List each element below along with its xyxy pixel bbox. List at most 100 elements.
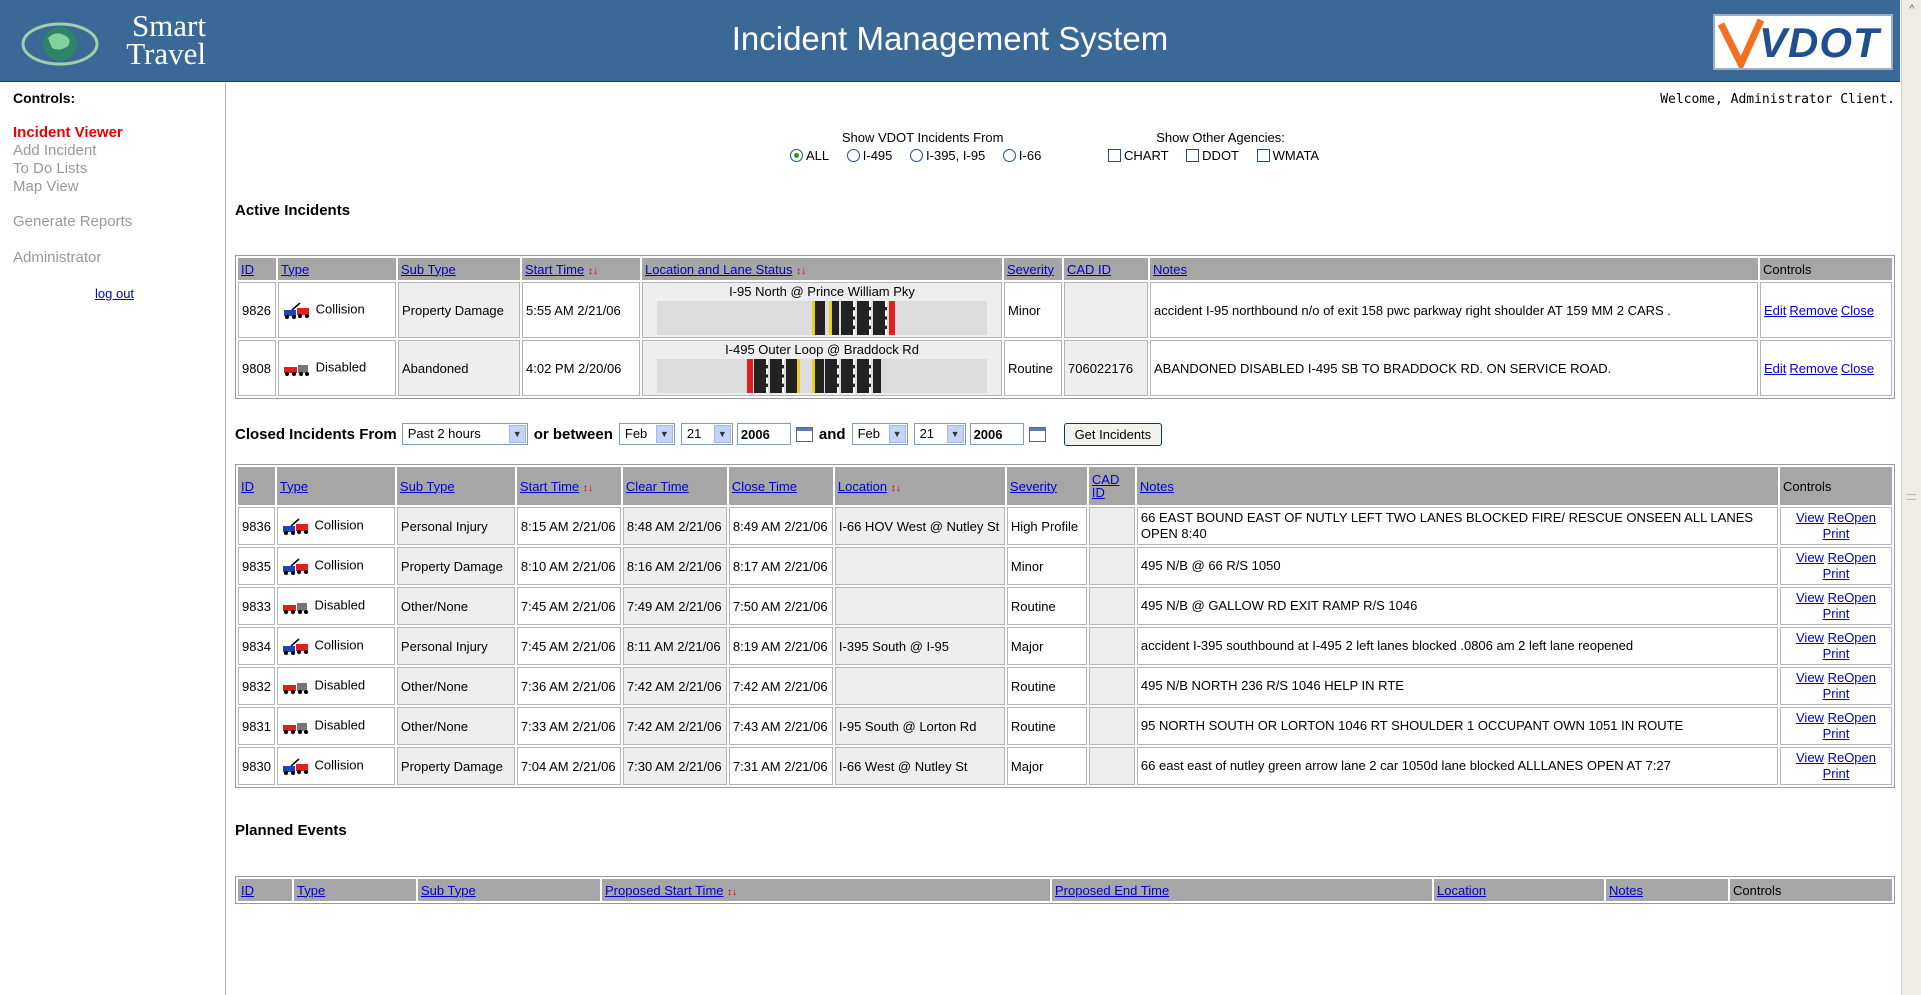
sidebar-item-administrator[interactable]: Administrator [13,249,101,266]
radio-i66-button[interactable] [1002,149,1016,162]
sidebar-item-incident-viewer[interactable]: Incident Viewer [13,124,123,141]
sort-id-link[interactable]: ID [241,262,254,277]
col-severity[interactable]: Severity [1006,467,1087,505]
edit-link[interactable]: Edit [1764,361,1786,376]
sort-notes-link[interactable]: Notes [1609,883,1643,898]
sort-cad-id-link[interactable]: CAD ID [1092,472,1119,500]
col-type[interactable]: Type [294,879,416,901]
sort-subtype-link[interactable]: Sub Type [401,262,456,277]
sort-proposed-start-link[interactable]: Proposed Start Time [605,883,724,898]
sidebar-item-to-do-lists[interactable]: To Do Lists [13,160,87,177]
view-link[interactable]: View [1796,710,1824,725]
col-subtype[interactable]: Sub Type [418,879,600,901]
checkbox-chart[interactable]: CHART [1108,148,1169,163]
sort-type-link[interactable]: Type [281,262,309,277]
print-link[interactable]: Print [1823,606,1850,621]
calendar-icon[interactable] [1028,426,1046,442]
sort-arrows-icon[interactable]: ↕↓ [796,266,806,277]
sort-location-link[interactable]: Location [838,479,887,494]
to-day-select[interactable]: 21 ▼ [913,423,966,445]
reopen-link[interactable]: ReOpen [1828,550,1876,565]
sort-type-link[interactable]: Type [280,479,308,494]
sidebar-item-map-view[interactable]: Map View [13,178,79,195]
radio-i495-button[interactable] [846,149,860,162]
from-month-select[interactable]: Feb ▼ [618,423,675,445]
print-link[interactable]: Print [1823,726,1850,741]
calendar-icon[interactable] [795,426,813,442]
view-link[interactable]: View [1796,510,1824,525]
range-select[interactable]: Past 2 hours ▼ [401,423,528,445]
reopen-link[interactable]: ReOpen [1828,590,1876,605]
chevron-down-icon[interactable]: ▼ [946,425,964,443]
from-year-input[interactable]: 2006 [736,423,791,445]
chevron-down-icon[interactable]: ▼ [655,425,673,443]
close-link[interactable]: Close [1841,361,1874,376]
col-type[interactable]: Type [276,467,395,505]
col-notes[interactable]: Notes [1606,879,1728,901]
col-notes[interactable]: Notes [1136,467,1778,505]
col-proposed-end[interactable]: Proposed End Time [1052,879,1432,901]
col-location[interactable]: Location and Lane Status ↕↓ [642,258,1002,280]
print-link[interactable]: Print [1823,646,1850,661]
sort-subtype-link[interactable]: Sub Type [400,479,455,494]
reopen-link[interactable]: ReOpen [1828,750,1876,765]
sort-arrows-icon[interactable]: ↕↓ [588,266,598,277]
sort-close-time-link[interactable]: Close Time [732,479,797,494]
reopen-link[interactable]: ReOpen [1828,510,1876,525]
chevron-down-icon[interactable]: ▼ [888,425,906,443]
col-subtype[interactable]: Sub Type [398,258,520,280]
col-subtype[interactable]: Sub Type [396,467,515,505]
sidebar-item-add-incident[interactable]: Add Incident [13,142,96,159]
remove-link[interactable]: Remove [1789,303,1837,318]
checkbox-ddot-box[interactable] [1186,149,1200,162]
logout-link[interactable]: log out [95,286,134,301]
col-notes[interactable]: Notes [1150,258,1758,280]
vertical-scrollbar[interactable]: ^ [1901,0,1921,995]
checkbox-wmata-box[interactable] [1256,149,1270,162]
chevron-down-icon[interactable]: ▼ [713,425,731,443]
sort-arrows-icon[interactable]: ↕↓ [891,483,901,494]
col-location[interactable]: Location ↕↓ [834,467,1005,505]
checkbox-chart-box[interactable] [1108,149,1121,162]
get-incidents-button[interactable]: Get Incidents [1063,422,1163,446]
sort-id-link[interactable]: ID [241,883,254,898]
sort-id-link[interactable]: ID [241,479,254,494]
sort-proposed-end-link[interactable]: Proposed End Time [1055,883,1169,898]
scroll-up-icon[interactable]: ^ [1903,0,1921,18]
sidebar-item-generate-reports[interactable]: Generate Reports [13,213,132,230]
view-link[interactable]: View [1796,750,1824,765]
radio-i395-i95-button[interactable] [910,149,924,162]
to-month-select[interactable]: Feb ▼ [851,423,908,445]
reopen-link[interactable]: ReOpen [1828,670,1876,685]
to-year-input[interactable]: 2006 [969,423,1024,445]
radio-i66[interactable]: I-66 [1002,148,1041,163]
edit-link[interactable]: Edit [1764,303,1786,318]
col-id[interactable]: ID [238,879,292,901]
radio-i495[interactable]: I-495 [846,148,892,163]
col-severity[interactable]: Severity [1004,258,1062,280]
sort-start-time-link[interactable]: Start Time [520,479,579,494]
col-close-time[interactable]: Close Time [728,467,833,505]
scroll-grip[interactable] [1906,494,1916,500]
radio-i395-i95[interactable]: I-395, I-95 [910,148,985,163]
col-start-time[interactable]: Start Time ↕↓ [522,258,640,280]
view-link[interactable]: View [1796,550,1824,565]
sort-cad-id-link[interactable]: CAD ID [1067,262,1111,277]
print-link[interactable]: Print [1823,766,1850,781]
radio-all[interactable]: ALL [790,148,829,163]
print-link[interactable]: Print [1823,686,1850,701]
col-proposed-start[interactable]: Proposed Start Time ↕↓ [602,879,1050,901]
col-cad-id[interactable]: CAD ID [1064,258,1148,280]
checkbox-wmata[interactable]: WMATA [1256,148,1319,163]
sort-severity-link[interactable]: Severity [1007,262,1054,277]
col-type[interactable]: Type [278,258,396,280]
view-link[interactable]: View [1796,590,1824,605]
reopen-link[interactable]: ReOpen [1828,710,1876,725]
remove-link[interactable]: Remove [1789,361,1837,376]
col-id[interactable]: ID [238,258,276,280]
print-link[interactable]: Print [1823,566,1850,581]
sort-arrows-icon[interactable]: ↕↓ [727,887,737,898]
close-link[interactable]: Close [1841,303,1874,318]
from-day-select[interactable]: 21 ▼ [680,423,733,445]
sort-type-link[interactable]: Type [297,883,325,898]
